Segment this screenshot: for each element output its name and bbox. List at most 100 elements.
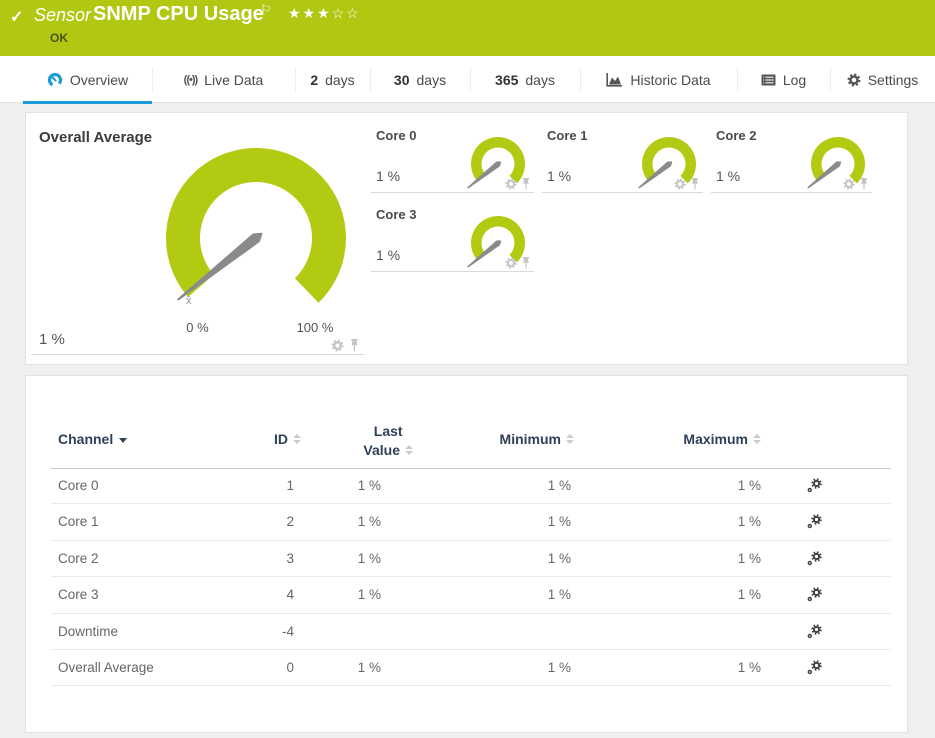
- cell-minimum: 1 %: [547, 550, 571, 566]
- gauge-max-label: 100 %: [296, 320, 334, 335]
- cell-minimum: 1 %: [547, 478, 571, 493]
- tab-bar: Overview ((•)) Live Data 2 days 30 days …: [0, 56, 935, 104]
- pin-icon[interactable]: [349, 339, 360, 352]
- column-header-minimum[interactable]: Minimum: [500, 431, 574, 447]
- table-row: Overall Average 0 1 % 1 % 1 %: [51, 650, 891, 687]
- gauge-value: 1 %: [716, 168, 741, 184]
- column-header-channel[interactable]: Channel: [58, 431, 128, 447]
- cell-maximum: 1 %: [737, 550, 761, 566]
- cell-channel: Downtime: [58, 623, 119, 639]
- sort-icon: [753, 433, 761, 444]
- cell-last-value: 1 %: [357, 587, 381, 603]
- sort-icon: [293, 433, 301, 444]
- pin-icon[interactable]: [690, 178, 700, 190]
- column-header-last-value[interactable]: Last Value: [363, 422, 413, 460]
- channel-settings-gears-icon[interactable]: [806, 478, 823, 494]
- status-badge: OK: [50, 31, 68, 45]
- tab-number: 30: [393, 71, 410, 88]
- cell-channel: Core 0: [58, 478, 99, 493]
- broadcast-icon: ((•)): [183, 73, 198, 86]
- sort-icon: [566, 433, 574, 444]
- table-row: Core 2 3 1 % 1 % 1 %: [51, 541, 891, 578]
- column-header-id[interactable]: ID: [274, 431, 301, 447]
- gear-icon[interactable]: [505, 257, 517, 269]
- stars-filled[interactable]: ★★★: [288, 5, 332, 21]
- pin-icon[interactable]: [859, 178, 869, 190]
- channel-settings-gears-icon[interactable]: [806, 551, 823, 567]
- tab-label: days: [416, 71, 447, 88]
- cell-maximum: 1 %: [737, 478, 761, 493]
- flag-icon[interactable]: ⚐: [260, 2, 272, 18]
- gauge-panel-core-1: Core 1 1 %: [542, 119, 703, 193]
- gauge-panel-core-0: Core 0 1 %: [371, 119, 534, 193]
- channel-settings-gears-icon[interactable]: [806, 514, 823, 530]
- gauge-icon: [47, 72, 63, 88]
- channel-settings-gears-icon[interactable]: [806, 587, 823, 603]
- cell-id: 2: [286, 514, 294, 530]
- table-row: Core 3 4 1 % 1 % 1 %: [51, 577, 891, 614]
- column-label: Minimum: [499, 431, 561, 447]
- cell-id: 1: [286, 478, 294, 493]
- tab-2-days[interactable]: 2 days: [295, 56, 370, 103]
- tab-live-data[interactable]: ((•)) Live Data: [152, 56, 295, 103]
- table-row: Core 0 1 1 % 1 % 1 %: [51, 468, 891, 505]
- pin-icon[interactable]: [521, 178, 531, 190]
- tab-settings[interactable]: Settings: [830, 56, 935, 103]
- cell-channel: Overall Average: [58, 659, 154, 675]
- tab-number: 2: [310, 71, 319, 88]
- cell-id: 0: [286, 659, 294, 675]
- table-body: Core 0 1 1 % 1 % 1 % Core 1 2 1 % 1 % 1 …: [51, 468, 891, 687]
- channels-table-panel: Channel ID Last Value Minimum Maximum Cor…: [25, 375, 908, 733]
- sensor-title: SNMP CPU Usage: [93, 3, 264, 25]
- cell-minimum: 1 %: [547, 587, 571, 603]
- cell-channel: Core 1: [58, 514, 99, 530]
- cell-id: -4: [281, 623, 294, 639]
- priority-star-rating[interactable]: ★★★☆☆: [288, 5, 361, 22]
- sensor-banner: ✓ Sensor SNMP CPU Usage ⚐ ★★★☆☆ OK: [0, 0, 935, 56]
- gear-icon[interactable]: [843, 178, 855, 190]
- column-label: Last: [373, 423, 403, 439]
- cell-maximum: 1 %: [737, 659, 761, 675]
- cell-id: 3: [286, 550, 294, 566]
- tab-log[interactable]: Log: [737, 56, 830, 103]
- cell-maximum: 1 %: [737, 514, 761, 530]
- list-icon: [761, 74, 776, 86]
- cell-minimum: 1 %: [547, 659, 571, 675]
- gauge-title: Core 3: [376, 207, 417, 222]
- gauge-panel-core-2: Core 2 1 %: [711, 119, 872, 193]
- gauge-value: 1 %: [547, 168, 572, 184]
- tab-label: Overview: [69, 71, 129, 88]
- sort-icon: [405, 444, 413, 455]
- gear-icon[interactable]: [505, 178, 517, 190]
- gear-icon[interactable]: [674, 178, 686, 190]
- gear-icon[interactable]: [331, 339, 344, 352]
- area-chart-icon: [606, 72, 623, 87]
- tab-overview[interactable]: Overview: [23, 56, 152, 104]
- channel-settings-gears-icon[interactable]: [806, 660, 823, 676]
- cell-last-value: 1 %: [357, 478, 381, 493]
- gauges-panel: Overall Average x̄ 0 % 100 % 1 % Core 0 …: [25, 112, 908, 365]
- tab-30-days[interactable]: 30 days: [370, 56, 470, 103]
- cell-id: 4: [286, 587, 294, 603]
- ok-check-icon: ✓: [10, 9, 24, 26]
- cell-last-value: 1 %: [357, 550, 381, 566]
- channel-settings-gears-icon[interactable]: [806, 623, 823, 640]
- tab-label: days: [325, 71, 355, 88]
- column-header-maximum[interactable]: Maximum: [683, 431, 761, 447]
- gauge-title: Core 1: [547, 128, 588, 143]
- column-label: Value: [363, 442, 400, 458]
- stars-empty[interactable]: ☆☆: [332, 5, 361, 21]
- cell-channel: Core 2: [58, 550, 99, 566]
- gear-icon: [847, 73, 861, 87]
- tab-label: Historic Data: [630, 71, 711, 88]
- tab-number: 365: [495, 71, 519, 88]
- cell-last-value: 1 %: [357, 514, 381, 530]
- tab-label: Log: [782, 71, 807, 88]
- sort-active-icon: [119, 437, 128, 443]
- column-label: ID: [274, 431, 288, 447]
- pin-icon[interactable]: [521, 257, 531, 269]
- cell-maximum: 1 %: [737, 587, 761, 603]
- tab-historic-data[interactable]: Historic Data: [580, 56, 737, 103]
- gauge-min-label: 0 %: [186, 320, 209, 335]
- tab-365-days[interactable]: 365 days: [470, 56, 580, 103]
